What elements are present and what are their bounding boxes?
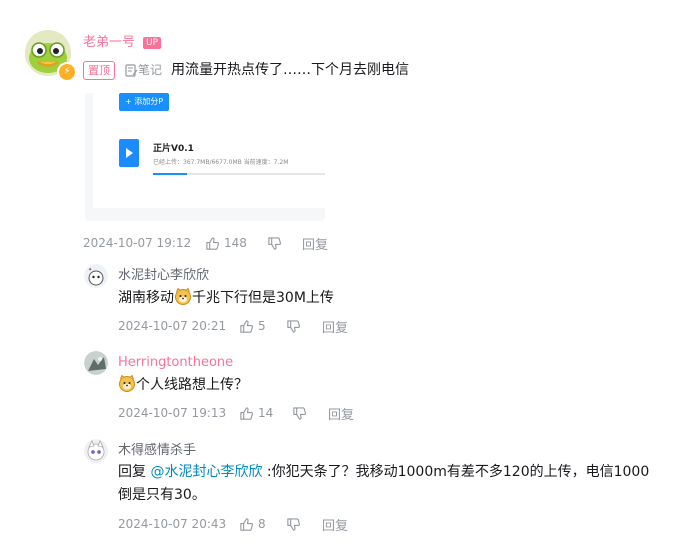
reply-avatar[interactable] [84,351,108,375]
like-button[interactable]: 8 [239,516,266,532]
dislike-button[interactable] [286,319,301,338]
like-button[interactable]: 148 [205,235,247,251]
reply-username[interactable]: 木得感情杀手 [118,443,196,459]
lightning-icon: ⚡ [57,62,77,82]
reply-avatar[interactable]: ✦ [84,264,108,288]
svg-text:✦: ✦ [88,267,92,273]
thumbs-up-icon [240,319,254,333]
reply-text-part: 个人线路想上传？ [136,377,248,393]
like-count: 8 [258,517,266,531]
add-part-button: + 添加分P [119,93,170,111]
reply-text-part: :你犯天条了？我移动1000m有差不多120的上传，电信1000 [262,464,650,480]
pinned-badge: 置顶 [83,61,115,80]
doge-emoji-icon [119,374,135,392]
note-tag-label: 笔记 [138,63,163,77]
comment-meta: 2024-10-07 19:12 [83,235,191,251]
thumbs-down-icon [268,237,282,250]
reply-date: 2024-10-07 19:13 [118,406,227,420]
thumbs-down-icon [287,320,301,333]
reply-button[interactable]: 回复 [322,515,348,534]
reply-avatar[interactable] [84,439,108,463]
comment-date: 2024-10-07 19:12 [83,236,192,250]
up-badge: UP [143,37,162,49]
reply-text-line2: 倒是只有30。 [118,487,206,503]
dislike-button[interactable] [286,517,301,536]
note-icon [125,64,138,77]
reply-text-part: 湖南移动 [118,290,174,306]
reply-text: 湖南移动 千兆下行但是30M上传 [118,287,334,309]
thumbs-down-icon [293,407,307,420]
video-file-icon [119,139,139,167]
reply-username[interactable]: 水泥封心李欣欣 [118,268,209,284]
reply-username[interactable]: Herringtontheone [118,355,233,371]
reply-prefix: 回复 [118,464,151,480]
like-count: 148 [224,236,247,250]
like-button[interactable]: 14 [239,405,273,421]
reply-button[interactable]: 回复 [328,404,354,423]
thumbs-down-icon [287,518,301,531]
reply-date: 2024-10-07 20:21 [118,319,227,333]
upload-progress-fill [153,173,188,175]
dislike-button[interactable] [292,406,307,425]
like-count: 14 [258,406,274,420]
reply-button[interactable]: 回复 [322,317,348,336]
reply-button[interactable]: 回复 [302,234,328,253]
comment-text: 用流量开热点传了……下个月去刚电信 [171,62,409,78]
reply-text: 回复 @水泥封心李欣欣 :你犯天条了？我移动1000m有差不多120的上传，电信… [118,461,649,483]
username[interactable]: 老弟一号 [83,35,135,51]
reply-text: 个人线路想上传？ [118,374,248,396]
upload-progress-bar [153,173,325,175]
thumbs-up-icon [206,236,220,250]
dislike-button[interactable] [267,236,282,255]
reply-date: 2024-10-07 20:43 [118,517,227,531]
like-button[interactable]: 5 [239,318,266,334]
comment-image[interactable]: + 添加分P 正片V0.1 已经上传：367.7MB/6677.0MB 当前速度… [85,93,325,221]
note-tag[interactable]: 笔记 [125,61,162,79]
upload-info: 已经上传：367.7MB/6677.0MB 当前速度：7.2M [153,159,289,166]
like-count: 5 [258,319,266,333]
doge-emoji-icon [175,287,191,305]
reply-text-part: 千兆下行但是30M上传 [192,290,334,306]
thumbs-up-icon [240,517,254,531]
mention-link[interactable]: @水泥封心李欣欣 [150,464,262,480]
thumbs-up-icon [240,406,254,420]
file-name: 正片V0.1 [153,144,194,154]
